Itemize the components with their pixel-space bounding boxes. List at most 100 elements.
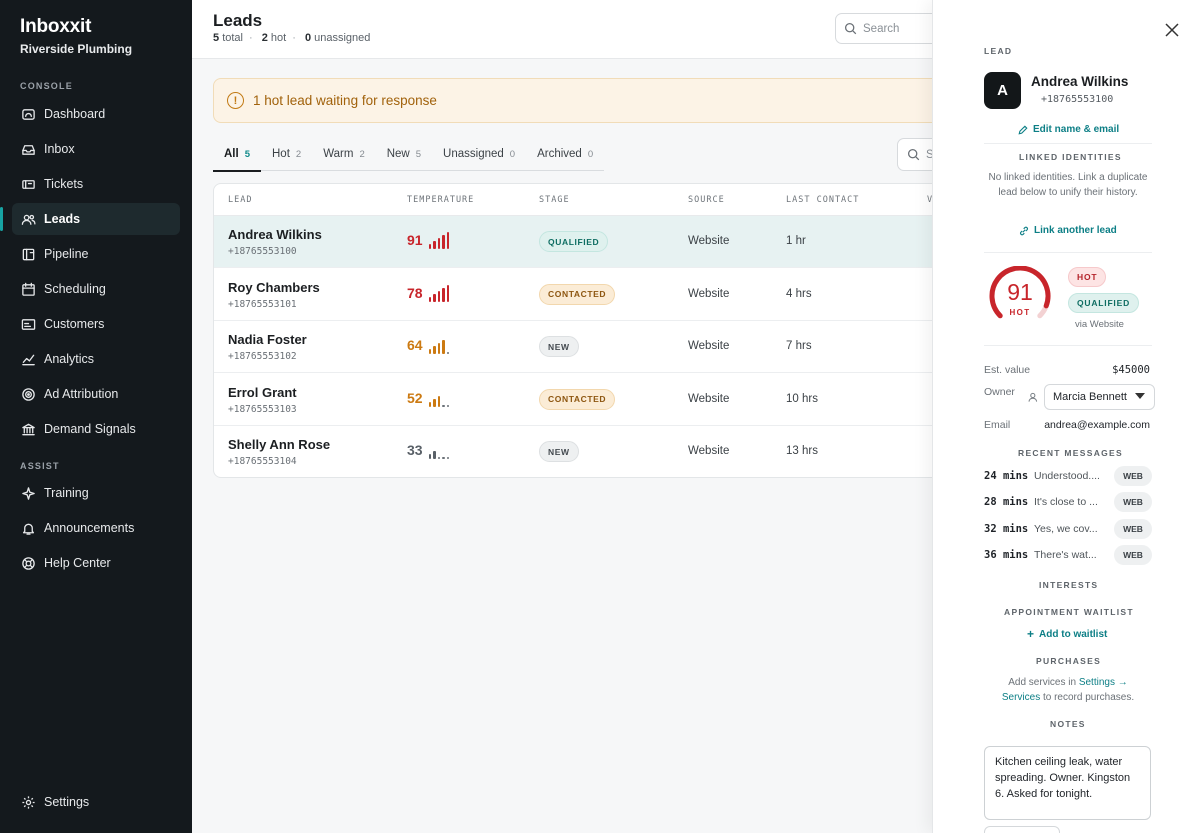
tab-label: Archived bbox=[537, 148, 582, 160]
table-row[interactable]: Errol Grant +18765553103 52 CONTACTED Websit… bbox=[214, 374, 952, 426]
lead-name: Andrea Wilkins bbox=[228, 227, 322, 242]
message-item[interactable]: 24 mins Understood.... WEB bbox=[984, 466, 1152, 486]
tab-count: 5 bbox=[244, 148, 250, 160]
page-stats: 5 total · 2 hot · 0 unassigned bbox=[213, 32, 371, 44]
inbox-icon bbox=[20, 141, 36, 157]
temperature-bar bbox=[433, 346, 436, 354]
global-search-input[interactable]: Search bbox=[835, 13, 945, 44]
page-title: Leads bbox=[213, 11, 263, 30]
est-value: $45000 bbox=[1112, 364, 1150, 376]
edit-link-label: Edit name & email bbox=[1033, 124, 1120, 135]
message-item[interactable]: 32 mins Yes, we cov... WEB bbox=[984, 518, 1152, 539]
sidebar-item-inbox[interactable]: Inbox bbox=[12, 133, 180, 165]
sidebar-item-label: Help Center bbox=[44, 556, 111, 570]
plus-icon: + bbox=[1027, 627, 1035, 641]
sidebar-item-label: Ad Attribution bbox=[44, 387, 119, 401]
linked-identities-text: No linked identities. Link a duplicate l… bbox=[988, 172, 1148, 198]
edit-name-email-link[interactable]: Edit name & email bbox=[1018, 124, 1119, 135]
lead-detail-panel: LEAD A Andrea Wilkins +18765553100 Edit … bbox=[932, 0, 1200, 833]
sidebar-item-pipeline[interactable]: Pipeline bbox=[12, 238, 180, 270]
save-notes-button[interactable] bbox=[984, 826, 1060, 833]
temperature-bar bbox=[437, 290, 441, 302]
temperature-bar bbox=[446, 457, 449, 459]
close-icon[interactable] bbox=[1164, 22, 1180, 38]
total-label: total bbox=[222, 32, 243, 44]
temperature-bar bbox=[437, 395, 441, 407]
sidebar-item-customers[interactable]: Customers bbox=[12, 308, 180, 340]
lead-phone: +18765553101 bbox=[228, 298, 297, 310]
tab-label: Hot bbox=[272, 148, 290, 160]
message-time: 36 mins bbox=[984, 548, 1029, 561]
tab-new[interactable]: New 5 bbox=[376, 137, 432, 171]
channel-badge: WEB bbox=[1114, 544, 1152, 565]
sidebar-item-analytics[interactable]: Analytics bbox=[12, 343, 180, 375]
stage-badge: NEW bbox=[539, 441, 579, 462]
sidebar-item-ad-attribution[interactable]: Ad Attribution bbox=[12, 378, 180, 410]
temperature-bars bbox=[429, 232, 451, 249]
tab-archived[interactable]: Archived 0 bbox=[526, 137, 604, 171]
column-header[interactable]: LAST CONTACT bbox=[786, 195, 859, 205]
message-time: 28 mins bbox=[984, 496, 1029, 509]
temperature-bars bbox=[429, 442, 451, 459]
column-header[interactable]: TEMPERATURE bbox=[407, 195, 474, 205]
hot-chip: HOT bbox=[1068, 267, 1107, 287]
sidebar-item-settings[interactable]: Settings bbox=[12, 786, 180, 818]
tab-all[interactable]: All 5 bbox=[213, 137, 261, 172]
sidebar-item-help-center[interactable]: Help Center bbox=[12, 547, 180, 579]
lead-phone: +18765553100 bbox=[228, 246, 297, 257]
sidebar-item-training[interactable]: Training bbox=[12, 477, 180, 509]
settings-services-link[interactable]: Settings → bbox=[1079, 677, 1128, 688]
stage-badge: NEW bbox=[539, 336, 579, 357]
lead-name: Nadia Foster bbox=[228, 332, 307, 347]
temperature-bars bbox=[429, 284, 451, 302]
chart-line-icon bbox=[20, 351, 36, 367]
column-header[interactable]: STAGE bbox=[539, 195, 570, 205]
channel-badge: WEB bbox=[1114, 466, 1152, 486]
link-another-lead-link[interactable]: Link another lead bbox=[1019, 225, 1117, 236]
total-count: 5 bbox=[213, 32, 220, 44]
sparkle-icon bbox=[20, 485, 36, 501]
hot-lead-alert[interactable]: ! 1 hot lead waiting for response bbox=[213, 78, 953, 123]
column-header[interactable]: LEAD bbox=[228, 195, 252, 205]
sidebar-item-label: Leads bbox=[44, 212, 81, 226]
message-item[interactable]: 28 mins It's close to ... WEB bbox=[984, 492, 1152, 513]
sidebar-item-announcements[interactable]: Announcements bbox=[12, 512, 180, 544]
tab-unassigned[interactable]: Unassigned 0 bbox=[432, 137, 526, 171]
lead-source: Website bbox=[688, 392, 730, 405]
sidebar-item-demand-signals[interactable]: Demand Signals bbox=[12, 413, 180, 445]
table-row[interactable]: Roy Chambers +18765553101 78 CONTACTED Websi… bbox=[214, 269, 952, 321]
table-header: LEAD TEMPERATURE STAGE SOURCE LAST CONTACT V bbox=[214, 184, 952, 216]
column-header[interactable]: SOURCE bbox=[688, 195, 725, 205]
sidebar-item-dashboard[interactable]: Dashboard bbox=[12, 98, 180, 130]
message-preview: Yes, we cov... bbox=[1034, 522, 1098, 535]
pipeline-icon bbox=[20, 246, 36, 262]
avatar: A bbox=[984, 72, 1021, 109]
temperature-bar bbox=[433, 398, 436, 407]
purchases-text: Add services in Settings → Services to r… bbox=[984, 675, 1152, 705]
temperature-bars bbox=[429, 390, 451, 407]
pencil-icon bbox=[1018, 124, 1028, 135]
email-value[interactable]: andrea@example.com bbox=[1044, 419, 1150, 431]
bank-icon bbox=[20, 421, 36, 437]
services-link[interactable]: Services bbox=[1002, 692, 1040, 703]
hot-label: hot bbox=[270, 32, 287, 44]
tab-warm[interactable]: Warm 2 bbox=[312, 137, 376, 171]
lead-phone: +18765553103 bbox=[228, 403, 297, 415]
tab-hot[interactable]: Hot 2 bbox=[261, 137, 312, 171]
sidebar-item-leads[interactable]: Leads bbox=[0, 203, 180, 235]
temperature-bar bbox=[429, 454, 432, 459]
add-to-waitlist-link[interactable]: + Add to waitlist bbox=[1027, 627, 1107, 641]
table-row[interactable]: Shelly Ann Rose +18765553104 33 NEW Website 1… bbox=[214, 426, 952, 477]
temperature-bar bbox=[446, 232, 449, 249]
temperature-bar bbox=[446, 352, 449, 354]
table-row[interactable]: Nadia Foster +18765553102 64 NEW Website 7 hr… bbox=[214, 321, 952, 373]
sidebar-item-scheduling[interactable]: Scheduling bbox=[12, 273, 180, 305]
message-preview: It's close to ... bbox=[1034, 496, 1098, 509]
message-item[interactable]: 36 mins There's wat... WEB bbox=[984, 544, 1152, 565]
owner-value: Marcia Bennett bbox=[1053, 391, 1127, 403]
table-row[interactable]: Andrea Wilkins +18765553100 91 QUALIFIED Web… bbox=[214, 216, 952, 268]
notes-textarea[interactable]: Kitchen ceiling leak, water spreading. O… bbox=[984, 746, 1151, 820]
owner-select[interactable]: Marcia Bennett bbox=[1044, 384, 1155, 410]
message-preview: Understood.... bbox=[1034, 470, 1100, 482]
sidebar-item-tickets[interactable]: Tickets bbox=[12, 168, 180, 200]
